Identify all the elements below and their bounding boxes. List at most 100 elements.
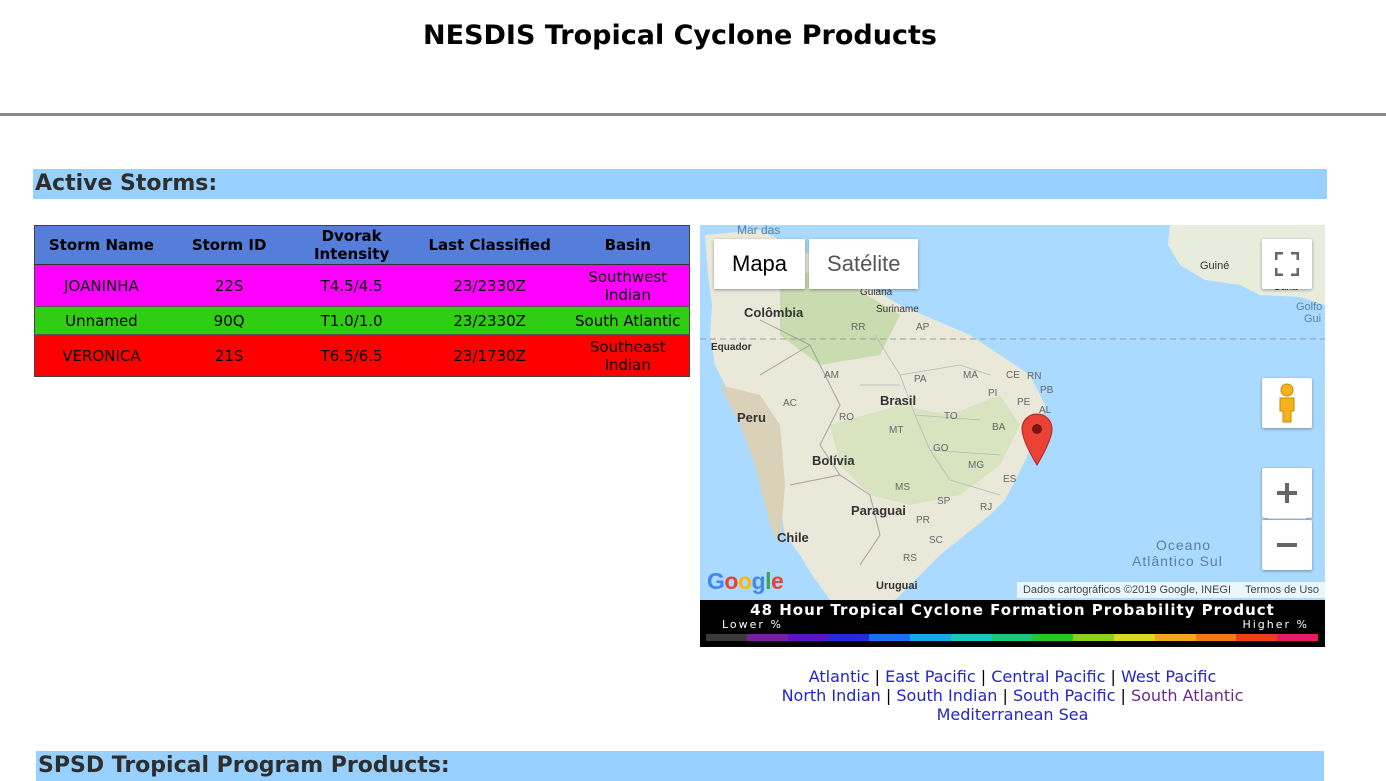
legend-color-scale <box>706 634 1318 641</box>
guine-label: Guiné <box>1200 260 1230 272</box>
table-header-row: Storm Name Storm ID Dvorak Intensity Las… <box>34 225 690 265</box>
link-separator: | <box>874 667 881 686</box>
ocean-label-2: Atlântico Sul <box>1132 553 1223 569</box>
dvorak-intensity-cell: T6.5/6.5 <box>290 334 413 377</box>
state-label: GO <box>933 443 949 454</box>
map-attribution: Dados cartográficos ©2019 Google, INEGI … <box>1016 582 1325 598</box>
storm-name-cell[interactable]: Unnamed <box>34 306 168 335</box>
storm-map[interactable]: Mar das Colômbia Guiana Suriname Guiné G… <box>700 225 1325 600</box>
peru-label: Peru <box>737 410 766 425</box>
state-label: AM <box>824 370 839 381</box>
attribution-text: Dados cartográficos ©2019 Google, INEGI <box>1022 584 1232 596</box>
storm-id-cell: 90Q <box>167 306 291 335</box>
paraguai-label: Paraguai <box>851 503 906 518</box>
state-label: RJ <box>980 502 993 513</box>
state-label: MT <box>889 425 904 436</box>
legend-lower-label: Lower % <box>722 618 783 631</box>
page-title: NESDIS Tropical Cyclone Products <box>423 20 937 51</box>
link-separator: | <box>1110 667 1116 686</box>
legend-color-swatch <box>746 634 788 641</box>
storm-name-cell[interactable]: VERONICA <box>34 334 168 377</box>
fullscreen-button[interactable] <box>1262 239 1312 289</box>
column-header-dvorak-intensity: Dvorak Intensity <box>290 225 413 265</box>
link-separator: | <box>980 667 987 686</box>
last-classified-cell: 23/2330Z <box>453 276 526 295</box>
state-label: RN <box>1027 371 1042 382</box>
probability-legend: 48 Hour Tropical Cyclone Formation Proba… <box>700 600 1325 647</box>
dvorak-intensity-cell: T1.0/1.0 <box>290 306 413 335</box>
legend-color-swatch <box>1195 634 1237 641</box>
link-separator: | <box>1002 686 1008 705</box>
state-label: SP <box>937 496 951 507</box>
dvorak-intensity-cell: T4.5/4.5 <box>320 276 383 295</box>
link-south-pacific[interactable]: South Pacific <box>1013 686 1115 705</box>
state-label: TO <box>944 411 958 422</box>
active-storms-heading: Active Storms: <box>33 169 1327 199</box>
state-label: CE <box>1006 370 1020 381</box>
state-label: PI <box>988 388 998 399</box>
table-row[interactable]: Unnamed 90Q T1.0/1.0 23/2330Z South Atla… <box>34 306 690 335</box>
state-label: AP <box>916 322 930 333</box>
basin-links-line-3: Mediterranean Sea <box>700 705 1325 724</box>
zoom-in-button[interactable] <box>1262 468 1312 518</box>
colombia-label: Colômbia <box>744 305 804 320</box>
state-label: PR <box>916 515 930 526</box>
basin-cell: Southwest Indian <box>588 267 668 304</box>
basin-links-line-2: North Indian | South Indian | South Paci… <box>700 686 1325 705</box>
storm-id-cell: 22S <box>214 276 244 295</box>
zoom-out-button[interactable] <box>1262 520 1312 570</box>
terms-link[interactable]: Termos de Uso <box>1245 584 1319 596</box>
basin-cell: South Atlantic <box>566 306 690 335</box>
ocean-label-1: Oceano <box>1156 537 1212 553</box>
state-label: MA <box>963 370 978 381</box>
link-central-pacific[interactable]: Central Pacific <box>991 667 1105 686</box>
column-header-storm-name: Storm Name <box>34 225 168 265</box>
uruguai-label: Uruguai <box>876 580 918 592</box>
zoom-divider <box>1268 518 1306 519</box>
state-label: RO <box>839 412 854 423</box>
satellite-view-button[interactable]: Satélite <box>809 239 919 289</box>
legend-color-swatch <box>1073 634 1114 641</box>
equador-label: Equador <box>711 342 752 353</box>
legend-color-swatch <box>1032 634 1074 641</box>
plus-icon <box>1277 483 1297 503</box>
column-header-last-classified: Last Classified <box>412 225 567 265</box>
legend-title: 48 Hour Tropical Cyclone Formation Proba… <box>750 601 1275 619</box>
storm-name-cell[interactable]: JOANINHA <box>35 265 168 307</box>
state-label: AC <box>783 398 797 409</box>
active-storms-table: Storm Name Storm ID Dvorak Intensity Las… <box>34 225 690 377</box>
legend-color-swatch <box>828 634 870 641</box>
link-east-pacific[interactable]: East Pacific <box>885 667 975 686</box>
state-label: PB <box>1040 385 1054 396</box>
state-label: MG <box>968 460 985 471</box>
link-west-pacific[interactable]: West Pacific <box>1121 667 1216 686</box>
sea-label: Mar das <box>737 225 781 237</box>
legend-color-swatch <box>909 634 951 641</box>
column-header-storm-id: Storm ID <box>167 225 291 265</box>
basin-cell: Southeast Indian <box>566 334 690 377</box>
link-south-indian[interactable]: South Indian <box>896 686 997 705</box>
map-view-button[interactable]: Mapa <box>714 239 806 289</box>
column-header-basin: Basin <box>566 225 690 265</box>
pegman-icon <box>1279 383 1295 423</box>
table-row[interactable]: VERONICA 21S T6.5/6.5 23/1730Z Southeast… <box>34 334 690 377</box>
table-row[interactable]: JOANINHA 22S T4.5/4.5 23/2330Z Southwest… <box>34 264 690 307</box>
link-north-indian[interactable]: North Indian <box>782 686 881 705</box>
state-label: SC <box>929 535 943 546</box>
link-atlantic[interactable]: Atlantic <box>809 667 870 686</box>
legend-color-swatch <box>950 634 992 641</box>
brasil-label: Brasil <box>880 393 917 408</box>
map-pin-icon[interactable] <box>1020 413 1054 467</box>
legend-color-swatch <box>1113 634 1155 641</box>
street-view-button[interactable] <box>1262 378 1312 428</box>
fullscreen-icon <box>1275 252 1299 276</box>
google-logo[interactable]: Google <box>707 568 784 595</box>
link-south-atlantic[interactable]: South Atlantic <box>1131 686 1243 705</box>
legend-color-swatch <box>1236 634 1278 641</box>
link-mediterranean-sea[interactable]: Mediterranean Sea <box>937 705 1089 724</box>
storm-id-cell: 21S <box>167 334 291 377</box>
spsd-products-heading: SPSD Tropical Program Products: <box>36 751 1324 781</box>
legend-higher-label: Higher % <box>1242 618 1309 631</box>
state-label: RR <box>851 322 866 333</box>
golfo-label: Golfo <box>1296 301 1323 313</box>
